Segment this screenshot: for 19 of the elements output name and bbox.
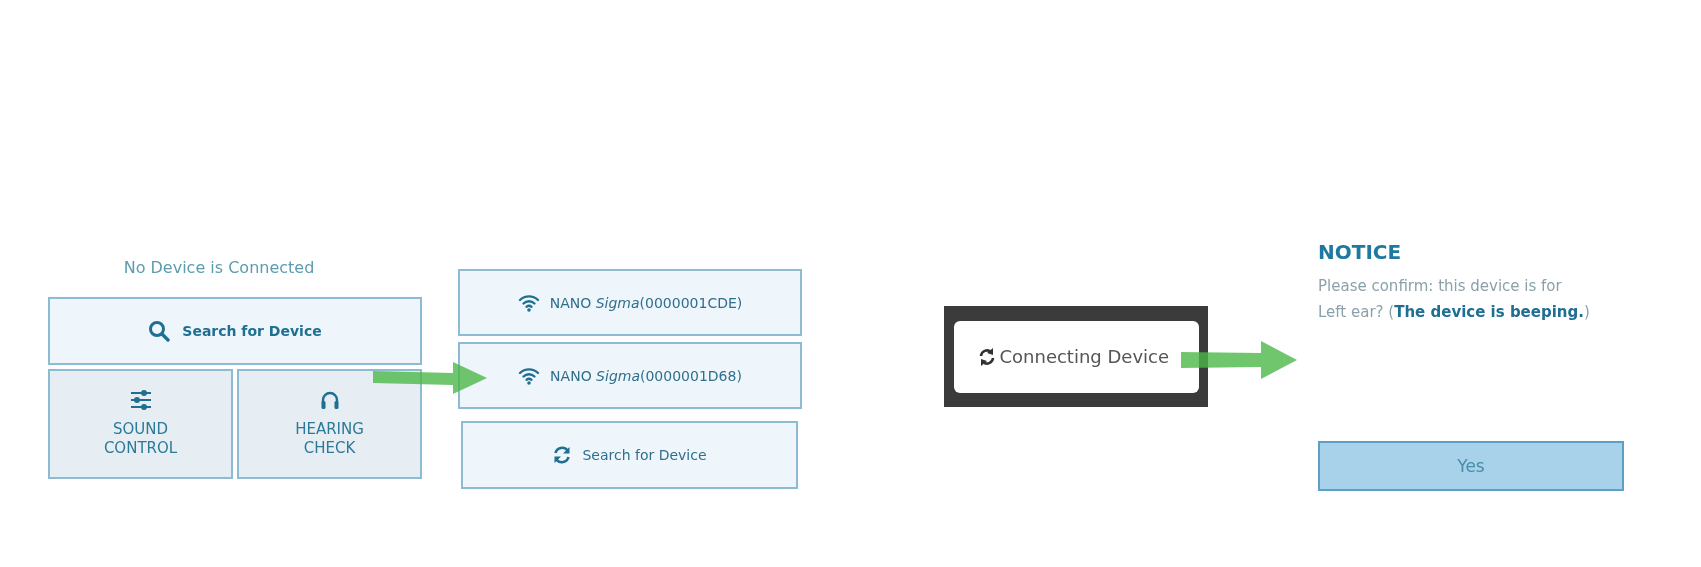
sound-control-button[interactable]: SOUND CONTROL [48,369,233,479]
search-icon [148,320,171,342]
hearing-check-button[interactable]: HEARING CHECK [237,369,422,479]
device-item[interactable]: NANO Sigma(0000001D68) [458,342,802,409]
search-button[interactable]: Search for Device [48,297,422,365]
wifi-icon [517,293,540,312]
notice-title: NOTICE [1318,240,1403,264]
refresh-icon [552,445,573,465]
spinner-icon [977,346,996,367]
notice-message: Please confirm: this device is for Left ear? (The device is beeping.) [1318,276,1591,323]
device-item[interactable]: NANO Sigma(0000001CDE) [458,269,802,336]
arrow-icon [373,362,487,394]
search-button[interactable]: Search for Device [461,421,798,489]
wifi-icon [518,366,541,385]
connecting-card: Connecting Device [953,320,1199,393]
headphones-icon [319,389,340,410]
sliders-icon [129,389,152,410]
status-text: No Device is Connected [123,258,315,277]
arrow-icon [1181,341,1297,379]
